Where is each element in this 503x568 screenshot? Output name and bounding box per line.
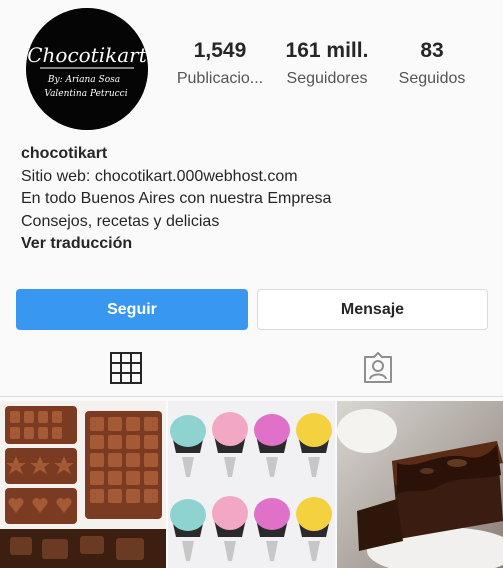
- tab-grid[interactable]: [0, 340, 251, 396]
- bio-website-line[interactable]: Sitio web: chocotikart.000webhost.com: [21, 166, 491, 189]
- bio-line: Consejos, recetas y delicias: [21, 212, 220, 230]
- stat-posts-label: Publicacio...: [176, 70, 264, 87]
- cupcakes-image: [168, 401, 335, 568]
- follow-button[interactable]: Seguir: [16, 289, 248, 330]
- stat-following-label: Seguidos: [398, 70, 466, 87]
- tab-tagged[interactable]: [252, 340, 503, 396]
- bio-line: En todo Buenos Aires con nuestra Empresa: [21, 190, 332, 207]
- profile-tabs: [0, 340, 503, 397]
- profile-avatar[interactable]: Chocotikart By: Ariana Sosa Valentina Pe…: [26, 8, 148, 130]
- post-thumbnail[interactable]: [168, 401, 335, 568]
- stat-following[interactable]: 83 Seguidos: [377, 38, 487, 90]
- stat-followers[interactable]: 161 mill. Seguidores: [272, 38, 382, 90]
- avatar-brand-text: Chocotikart: [27, 43, 148, 67]
- stat-followers-value: 161 mill.: [285, 39, 369, 62]
- profile-username: chocotikart: [21, 145, 108, 162]
- post-thumbnail[interactable]: [337, 401, 503, 568]
- profile-bio: chocotikart Sitio web: chocotikart.000we…: [21, 143, 491, 256]
- chocolate-molds-image: [0, 401, 166, 568]
- stat-posts-value: 1,549: [193, 39, 247, 62]
- message-button[interactable]: Mensaje: [257, 289, 488, 330]
- post-thumbnail[interactable]: [0, 401, 166, 568]
- avatar-by-text: By: Ariana Sosa: [47, 75, 120, 85]
- stat-following-value: 83: [420, 39, 444, 62]
- stat-posts[interactable]: 1,549 Publicacio...: [165, 38, 275, 90]
- brownie-image: [337, 401, 503, 568]
- avatar-name-text: Valentina Petrucci: [44, 89, 127, 99]
- grid-icon: [109, 352, 142, 384]
- avatar-logo: Chocotikart By: Ariana Sosa Valentina Pe…: [26, 8, 148, 130]
- stat-followers-label: Seguidores: [286, 70, 368, 87]
- see-translation-link[interactable]: Ver traducción: [21, 233, 491, 256]
- posts-grid: [0, 401, 503, 568]
- tagged-person-icon: [363, 352, 392, 383]
